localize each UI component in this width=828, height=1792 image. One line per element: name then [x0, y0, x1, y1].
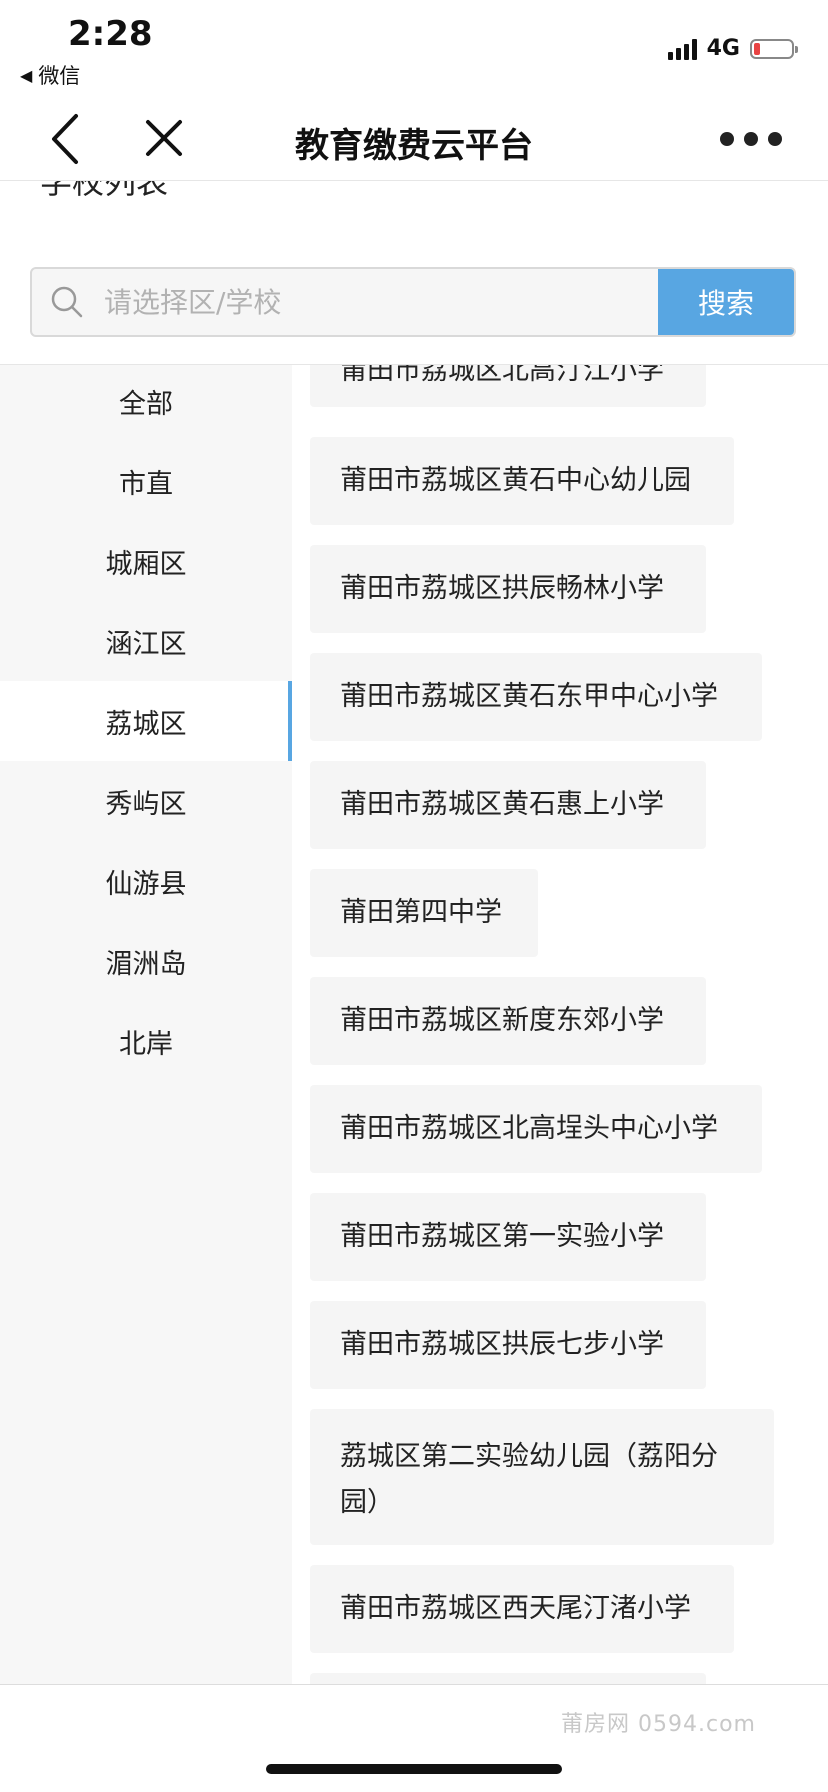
sidebar-item-all[interactable]: 全部	[0, 365, 292, 441]
sidebar-item-hanjiang[interactable]: 涵江区	[0, 601, 292, 681]
bottom-bar	[0, 1684, 828, 1792]
list-item[interactable]: 莆田市荔城区第一实验小学	[310, 1193, 706, 1281]
list-item[interactable]: 莆田市荔城区西天尾汀渚小学	[310, 1565, 734, 1653]
back-triangle-icon: ◀	[20, 65, 33, 85]
school-list: 莆田市荔城区北高汀江小学 莆田市荔城区黄石中心幼儿园 莆田市荔城区拱辰畅林小学 …	[292, 365, 828, 1685]
page-title: 教育缴费云平台	[295, 126, 533, 166]
sidebar-item-xianyou[interactable]: 仙游县	[0, 841, 292, 921]
screen: 2:28 ◀ 微信 4G 教育缴费云平台 学校列表 搜索 全部	[0, 0, 828, 1792]
list-item[interactable]: 莆田市荔城区拱辰七步小学	[310, 1301, 706, 1389]
search-input[interactable]	[102, 269, 658, 335]
search-button[interactable]: 搜索	[658, 269, 794, 335]
status-time: 2:28	[68, 14, 153, 54]
list-item[interactable]: 莆田市荔城区黄石中心幼儿园	[310, 437, 734, 525]
sidebar-item-licheng[interactable]: 荔城区	[0, 681, 292, 761]
search-icon	[32, 269, 102, 335]
search-box: 搜索	[30, 267, 796, 337]
list-item[interactable]: 莆田市荔城区黄石东甲中心小学	[310, 653, 762, 741]
list-item[interactable]: 莆田市荔城区黄石惠上小学	[310, 761, 706, 849]
district-sidebar: 全部 市直 城厢区 涵江区 荔城区 秀屿区 仙游县 湄洲岛 北岸	[0, 365, 292, 1685]
network-label: 4G	[706, 36, 740, 61]
status-indicators: 4G	[667, 36, 798, 61]
content-area: 全部 市直 城厢区 涵江区 荔城区 秀屿区 仙游县 湄洲岛 北岸 莆田市荔城区北…	[0, 364, 828, 1685]
back-app-label: 微信	[38, 64, 81, 88]
home-indicator[interactable]	[266, 1764, 562, 1774]
battery-icon	[750, 38, 798, 59]
watermark: 莆房网 0594.com	[561, 1712, 756, 1737]
sidebar-item-city[interactable]: 市直	[0, 441, 292, 521]
sidebar-item-meizhou[interactable]: 湄洲岛	[0, 921, 292, 1001]
signal-icon	[667, 38, 697, 60]
list-item[interactable]: 莆田市荔城区新度东郊小学	[310, 977, 706, 1065]
list-item[interactable]: 莆田市荔城区拱辰畅林小学	[310, 545, 706, 633]
sidebar-item-beian[interactable]: 北岸	[0, 1001, 292, 1081]
list-item[interactable]: 荔城区第二实验幼儿园（荔阳分园）	[310, 1409, 774, 1545]
list-item[interactable]: 莆田市荔城区北高埕头中心小学	[310, 1085, 762, 1173]
section-title: 学校列表	[40, 180, 169, 201]
more-icon[interactable]	[720, 132, 782, 146]
list-item[interactable]: 莆田第四中学	[310, 869, 538, 957]
sidebar-item-xiuyu[interactable]: 秀屿区	[0, 761, 292, 841]
list-item[interactable]: 莆田市荔城区北高汀江小学	[310, 365, 706, 407]
header-area: 学校列表 搜索	[0, 180, 828, 365]
back-to-app[interactable]: ◀ 微信	[20, 60, 80, 90]
sidebar-item-chengxiang[interactable]: 城厢区	[0, 521, 292, 601]
